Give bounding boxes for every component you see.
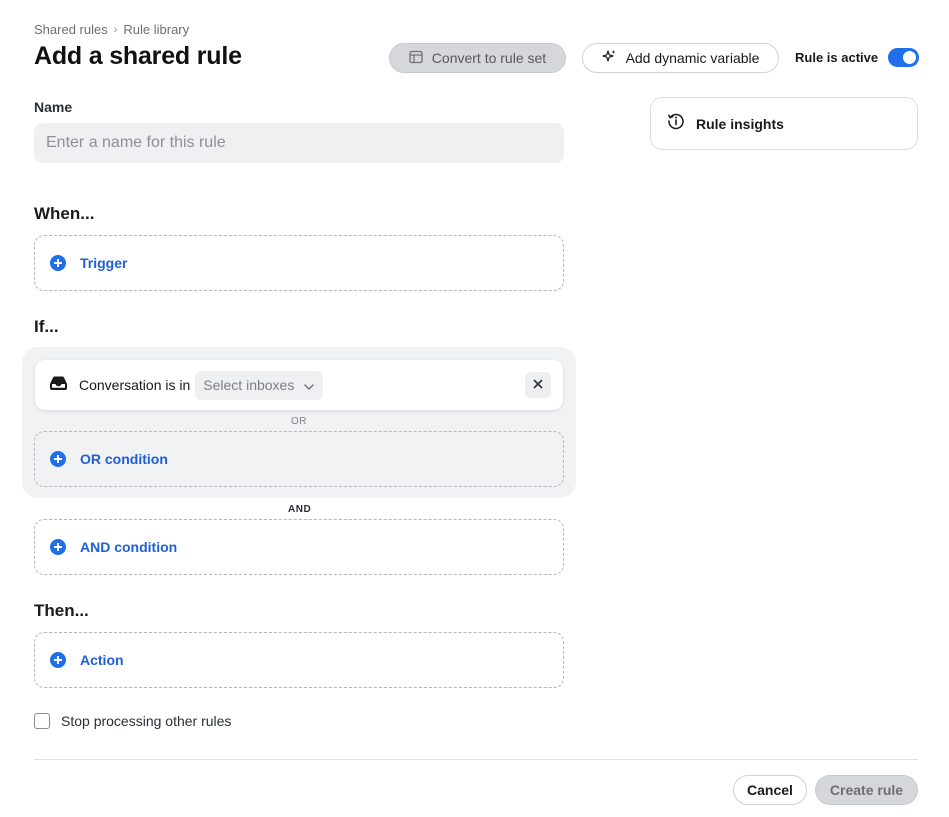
plus-circle-icon (50, 539, 66, 555)
dynamic-label: Add dynamic variable (625, 50, 760, 66)
create-rule-button[interactable]: Create rule (815, 775, 918, 805)
name-label: Name (34, 99, 73, 115)
breadcrumb-shared-rules[interactable]: Shared rules (34, 22, 108, 37)
cancel-button[interactable]: Cancel (733, 775, 807, 805)
footer-divider (34, 759, 918, 760)
condition-text: Conversation is in (79, 377, 191, 393)
convert-label: Convert to rule set (431, 50, 547, 66)
add-trigger-button[interactable]: Trigger (34, 235, 564, 291)
stop-processing-checkbox[interactable] (34, 713, 50, 729)
table-icon (409, 50, 423, 67)
select-inboxes-placeholder: Select inboxes (203, 377, 295, 393)
breadcrumb: Shared rules › Rule library (34, 22, 189, 37)
convert-to-rule-set-button[interactable]: Convert to rule set (389, 43, 566, 73)
and-condition-label: AND condition (80, 539, 178, 555)
stop-processing-option: Stop processing other rules (34, 713, 231, 729)
select-inboxes-dropdown[interactable]: Select inboxes (195, 370, 324, 400)
rule-active-label: Rule is active (795, 50, 879, 65)
add-dynamic-variable-button[interactable]: Add dynamic variable (582, 43, 779, 73)
add-or-condition-button[interactable]: OR condition (34, 431, 564, 487)
close-icon (533, 376, 543, 394)
breadcrumb-rule-library[interactable]: Rule library (123, 22, 189, 37)
plus-circle-icon (50, 652, 66, 668)
add-action-button[interactable]: Action (34, 632, 564, 688)
action-label: Action (80, 652, 124, 668)
remove-condition-button[interactable] (525, 372, 551, 398)
rule-active-toggle[interactable] (888, 48, 920, 67)
then-heading: Then... (34, 601, 89, 620)
trigger-label: Trigger (80, 255, 128, 271)
or-separator: OR (291, 416, 307, 427)
chevron-right-icon: › (113, 23, 118, 36)
page-title: Add a shared rule (34, 42, 242, 70)
stop-processing-label[interactable]: Stop processing other rules (61, 713, 231, 729)
plus-circle-icon (50, 451, 66, 467)
and-separator: AND (288, 504, 312, 515)
rule-insights-card[interactable]: Rule insights (650, 97, 918, 150)
rule-insights-label: Rule insights (696, 115, 784, 132)
condition-card: Conversation is in Select inboxes (35, 360, 563, 410)
chevron-down-icon (304, 377, 315, 393)
plus-circle-icon (50, 255, 66, 271)
add-and-condition-button[interactable]: AND condition (34, 519, 564, 575)
when-heading: When... (34, 204, 95, 223)
inbox-icon (49, 375, 68, 396)
rule-name-input[interactable] (34, 123, 564, 163)
history-icon (667, 112, 685, 135)
rule-active-toggle-group: Rule is active (795, 48, 920, 67)
toggle-knob (903, 51, 917, 64)
or-condition-label: OR condition (80, 451, 168, 467)
if-heading: If... (34, 317, 59, 336)
sparkle-icon (601, 49, 617, 67)
